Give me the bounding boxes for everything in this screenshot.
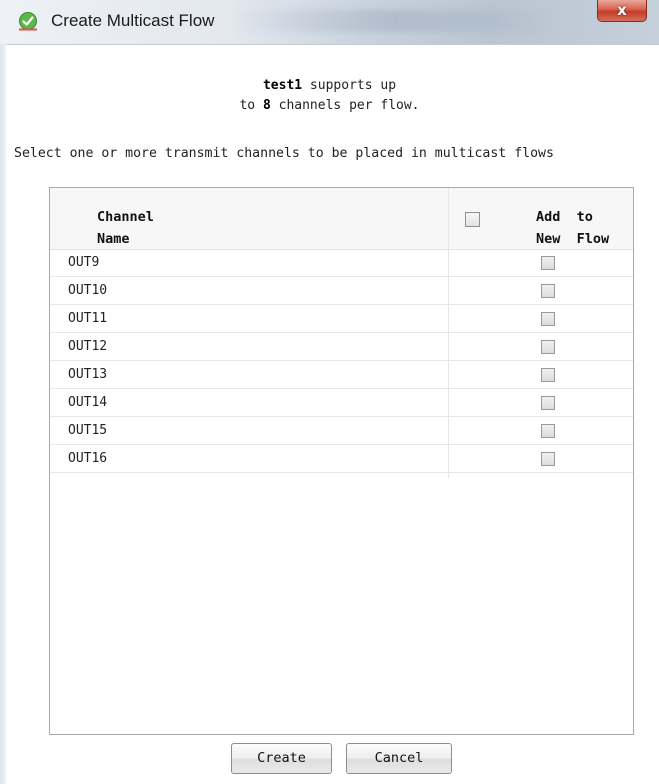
checkmark-badge-icon <box>19 12 37 31</box>
table-header: Channel Name Add to New Flow <box>50 188 633 250</box>
title-bar-background-blur <box>230 10 560 32</box>
table-row[interactable]: OUT11 <box>50 305 633 333</box>
table-row[interactable]: OUT14 <box>50 389 633 417</box>
add-to-flow-checkbox[interactable] <box>541 256 555 270</box>
channel-name-cell: OUT10 <box>68 283 108 298</box>
add-to-flow-checkbox[interactable] <box>541 340 555 354</box>
info-line-1-text: supports up <box>302 78 397 93</box>
add-to-flow-checkbox[interactable] <box>541 312 555 326</box>
cancel-button[interactable]: Cancel <box>346 743 452 774</box>
channel-name-cell: OUT11 <box>68 311 108 326</box>
table-row[interactable]: OUT16 <box>50 445 633 473</box>
table-row[interactable]: OUT9 <box>50 249 633 277</box>
info-line-2-prefix: to <box>239 98 263 113</box>
info-line-2-text: channels per flow. <box>270 98 420 113</box>
channel-name-cell: OUT12 <box>68 339 108 354</box>
window-title: Create Multicast Flow <box>51 11 215 30</box>
table-row[interactable]: OUT15 <box>50 417 633 445</box>
channel-name-cell: OUT15 <box>68 423 108 438</box>
select-all-checkbox[interactable] <box>465 212 480 227</box>
title-bar[interactable]: Create Multicast Flow x <box>0 0 659 45</box>
device-name: test1 <box>262 78 303 93</box>
table-row[interactable]: OUT13 <box>50 361 633 389</box>
max-channels-count: 8 <box>262 98 271 113</box>
channel-name-cell: OUT16 <box>68 451 108 466</box>
add-to-flow-checkbox[interactable] <box>541 284 555 298</box>
column-header-add-to-new-flow[interactable]: Add to New Flow <box>536 206 609 250</box>
table-row[interactable]: OUT12 <box>50 333 633 361</box>
device-capacity-info: test1 supports up to 8 channels per flow… <box>0 76 659 116</box>
table-row[interactable]: OUT10 <box>50 277 633 305</box>
channel-name-cell: OUT14 <box>68 395 108 410</box>
channel-name-cell: OUT13 <box>68 367 108 382</box>
info-line-1: test1 supports up <box>0 76 659 96</box>
info-line-2: to 8 channels per flow. <box>0 96 659 116</box>
create-button[interactable]: Create <box>231 743 332 774</box>
channel-name-cell: OUT9 <box>68 255 100 270</box>
close-button[interactable]: x <box>597 0 647 22</box>
add-to-flow-checkbox[interactable] <box>541 396 555 410</box>
add-to-flow-checkbox[interactable] <box>541 452 555 466</box>
channel-table: Channel Name Add to New Flow OUT9 OUT10 OU… <box>49 187 634 735</box>
add-to-flow-checkbox[interactable] <box>541 368 555 382</box>
window-frame-left <box>0 44 6 784</box>
create-multicast-flow-dialog: Create Multicast Flow x test1 supports u… <box>0 0 659 784</box>
close-icon: x <box>617 1 627 19</box>
column-header-channel-name[interactable]: Channel Name <box>97 206 154 250</box>
instruction-text: Select one or more transmit channels to … <box>14 146 554 161</box>
add-to-flow-checkbox[interactable] <box>541 424 555 438</box>
